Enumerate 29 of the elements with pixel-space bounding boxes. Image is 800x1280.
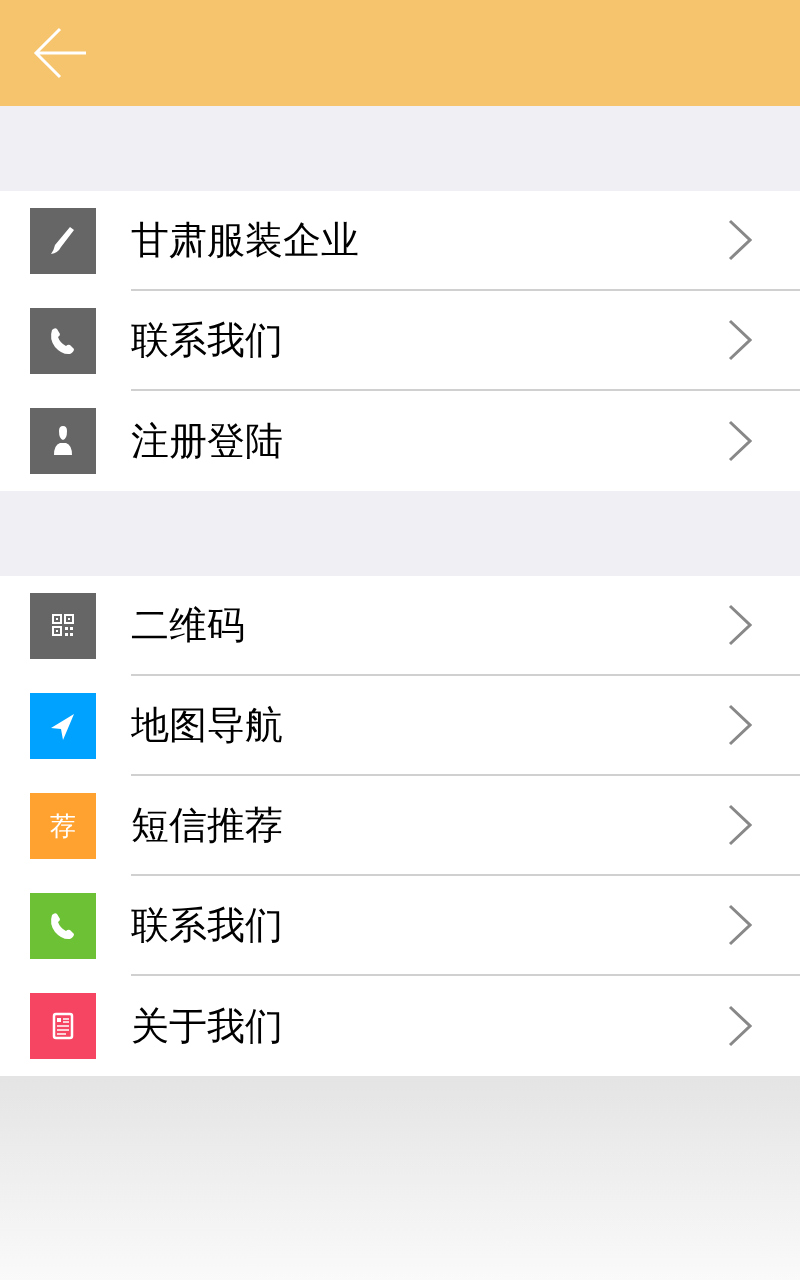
phone-icon	[49, 325, 77, 357]
chevron-right-icon	[728, 319, 752, 361]
menu-label: 联系我们	[131, 906, 284, 944]
phone-icon	[49, 910, 77, 942]
menu-label: 甘肃服装企业	[131, 221, 360, 259]
menu-item[interactable]: 关于我们	[0, 976, 800, 1076]
menu-item[interactable]: 注册登陆	[0, 391, 800, 491]
chevron-right-icon	[728, 804, 752, 846]
chevron-right-icon	[728, 604, 752, 646]
icon-label: 荐	[50, 813, 76, 839]
chevron-right-icon	[728, 904, 752, 946]
menu-item[interactable]: 荐 短信推荐	[0, 776, 800, 876]
menu-item[interactable]: 地图导航	[0, 676, 800, 776]
menu-label: 注册登陆	[131, 422, 284, 460]
menu-label: 二维码	[131, 606, 246, 644]
menu-label: 关于我们	[131, 1007, 284, 1045]
chevron-right-icon	[728, 219, 752, 261]
menu-label: 联系我们	[131, 321, 284, 359]
menu-label: 地图导航	[131, 706, 284, 744]
menu-item[interactable]: 二维码	[0, 576, 800, 676]
menu-item[interactable]: 甘肃服装企业	[0, 191, 800, 291]
chevron-right-icon	[728, 420, 752, 462]
brush-icon	[49, 225, 77, 257]
menu-label: 短信推荐	[131, 806, 284, 844]
back-icon[interactable]	[32, 25, 88, 81]
chevron-right-icon	[728, 704, 752, 746]
menu-item[interactable]: 联系我们	[0, 291, 800, 391]
chevron-right-icon	[728, 1005, 752, 1047]
menu-item[interactable]: 联系我们	[0, 876, 800, 976]
